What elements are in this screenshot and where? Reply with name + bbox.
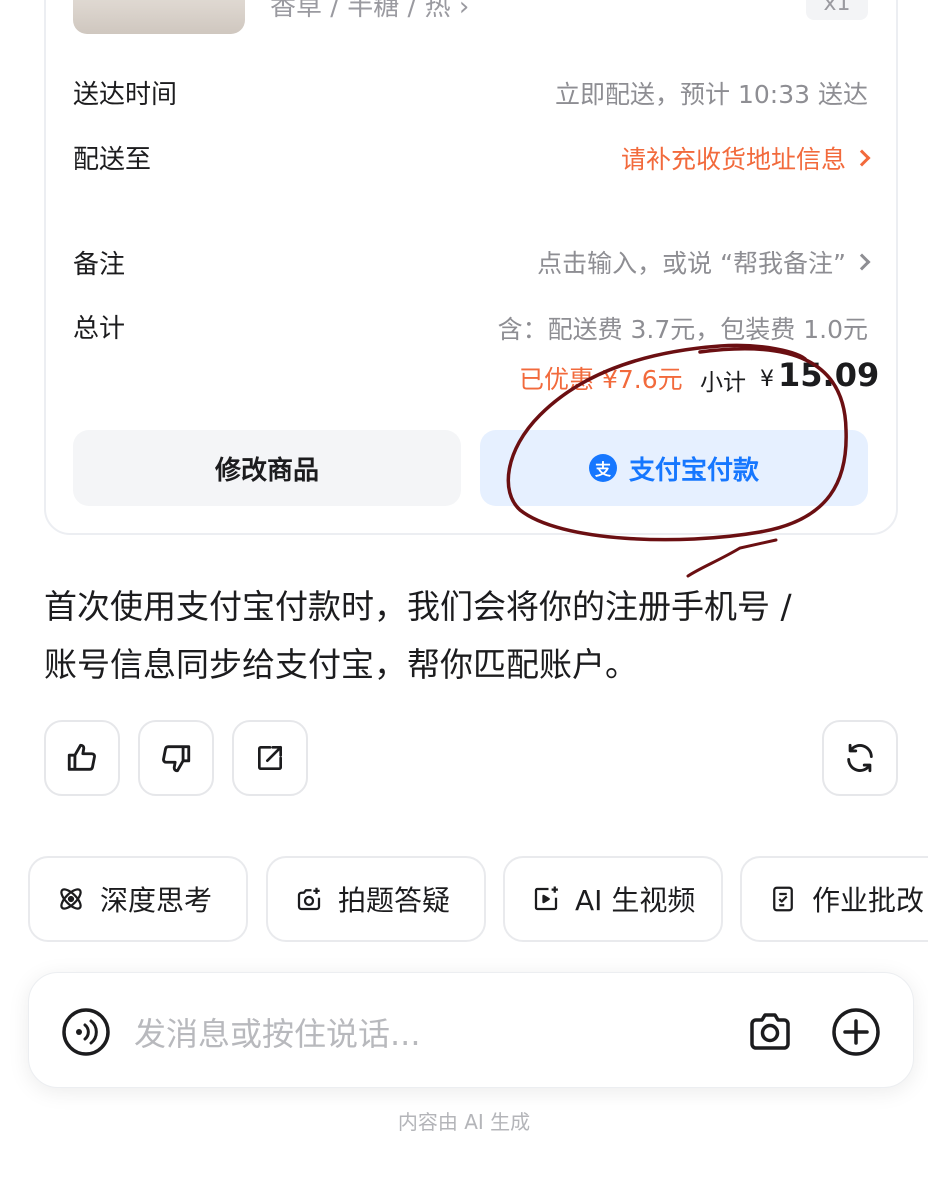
subtotal-label: 小计 [700, 370, 746, 396]
chip-label: 作业批改 [812, 884, 925, 917]
chip-label: 深度思考 [100, 884, 213, 917]
atom-icon [60, 888, 82, 910]
chevron-right-icon [853, 253, 871, 271]
camera-scan-icon [297, 887, 321, 911]
chip-photo-question[interactable]: 拍题答疑 [266, 856, 486, 942]
remark-input[interactable]: 点击输入，或说 “帮我备注” [537, 244, 871, 280]
remark-label: 备注 [73, 250, 126, 280]
chip-deep-think[interactable]: 深度思考 [28, 856, 248, 942]
message-line: 首次使用支付宝付款时，我们会将你的注册手机号 / [44, 587, 792, 626]
alipay-pay-label: 支付宝付款 [628, 455, 759, 486]
thumbs-down-icon [162, 745, 191, 773]
message-line: 账号信息同步给支付宝，帮你匹配账户。 [44, 645, 638, 684]
fee-breakdown: 含：配送费 3.7元，包装费 1.0元 [497, 315, 868, 344]
refresh-icon [847, 743, 873, 773]
total-label: 总计 [73, 314, 126, 344]
video-icon [534, 886, 558, 911]
message-input[interactable]: 发消息或按住说话... [134, 1009, 421, 1055]
thumbs-up-icon [67, 743, 96, 771]
subtotal-amount: ¥15.09 [760, 356, 879, 394]
delivery-time-label: 送达时间 [73, 80, 178, 110]
delivery-time-value: 立即配送，预计 10:33 送达 [555, 80, 868, 109]
chevron-right-icon [853, 149, 871, 167]
add-address-link[interactable]: 请补充收货地址信息 [621, 140, 871, 176]
plus-icon[interactable] [830, 1006, 882, 1058]
subtotal-value: 15.09 [778, 356, 880, 394]
homework-icon [773, 886, 793, 912]
voice-input-icon[interactable] [60, 1006, 112, 1058]
chip-ai-video[interactable]: AI 生视频 [503, 856, 723, 942]
share-button[interactable] [232, 720, 308, 796]
deliver-to-label: 配送至 [73, 145, 152, 175]
regenerate-button[interactable] [822, 720, 898, 796]
camera-icon[interactable] [744, 1006, 796, 1058]
chip-label: AI 生视频 [575, 884, 696, 917]
product-spec[interactable]: 香草 / 半糖 / 热 › [270, 0, 469, 23]
thumbs-down-button[interactable] [138, 720, 214, 796]
edit-items-button[interactable]: 修改商品 [73, 430, 461, 506]
quantity-badge: x1 [806, 0, 868, 20]
share-icon [258, 746, 282, 770]
ai-generated-note: 内容由 AI 生成 [397, 1110, 531, 1134]
assistant-message: 首次使用支付宝付款时，我们会将你的注册手机号 / 账号信息同步给支付宝，帮你匹配… [44, 578, 884, 694]
chip-homework[interactable]: 作业批改 [740, 856, 928, 942]
discount-text: 已优惠 ¥7.6元 [519, 365, 683, 394]
alipay-icon: 支 [588, 454, 617, 482]
product-thumbnail [73, 0, 245, 34]
currency-symbol: ¥ [760, 367, 774, 392]
thumbs-up-button[interactable] [44, 720, 120, 796]
alipay-pay-button[interactable]: 支 支付宝付款 [480, 430, 868, 506]
chip-label: 拍题答疑 [338, 884, 451, 917]
